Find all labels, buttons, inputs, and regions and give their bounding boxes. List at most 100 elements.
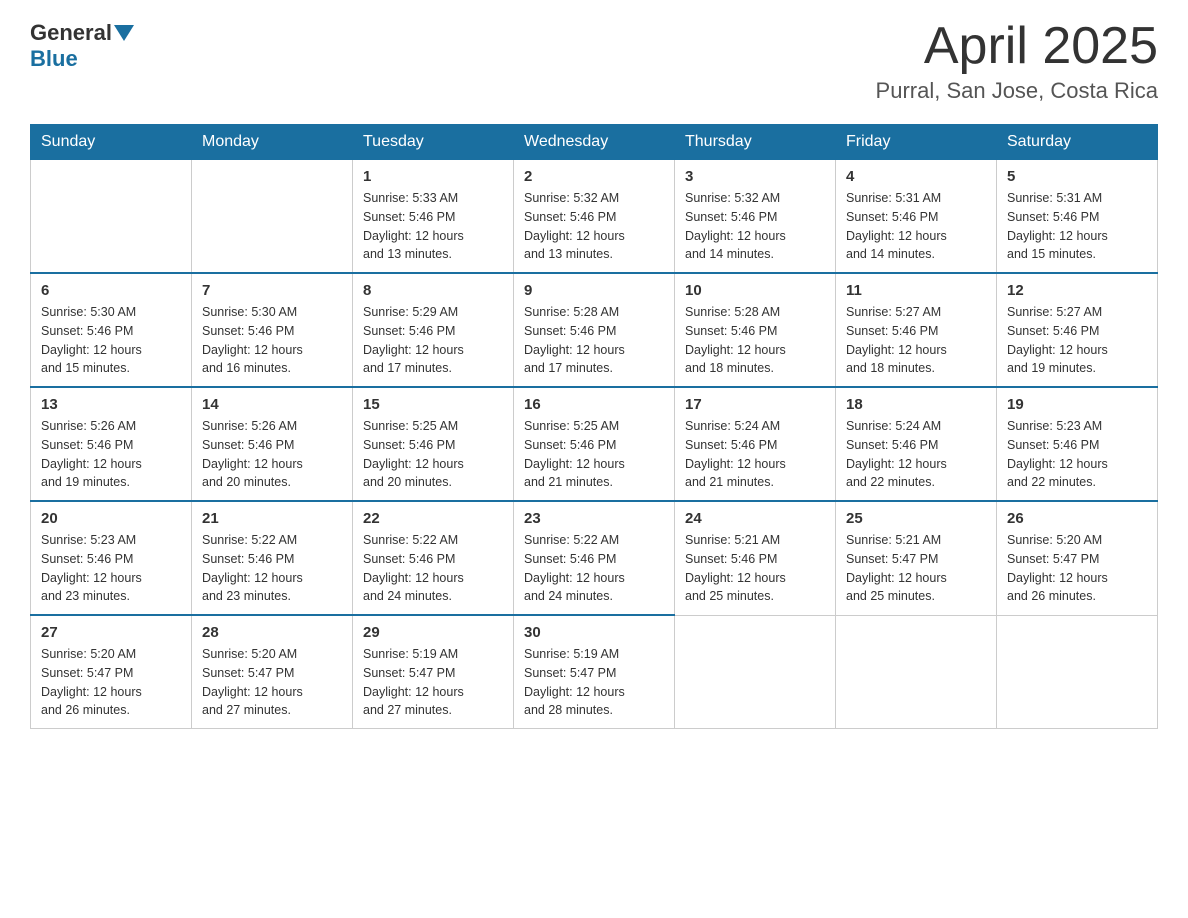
day-info: Sunrise: 5:30 AMSunset: 5:46 PMDaylight:… xyxy=(202,303,342,378)
day-number: 12 xyxy=(1007,282,1147,299)
day-number: 23 xyxy=(524,510,664,527)
calendar-header-friday: Friday xyxy=(836,125,997,160)
day-number: 9 xyxy=(524,282,664,299)
day-info: Sunrise: 5:20 AMSunset: 5:47 PMDaylight:… xyxy=(41,645,181,720)
day-number: 16 xyxy=(524,396,664,413)
month-title: April 2025 xyxy=(876,20,1158,72)
day-number: 27 xyxy=(41,624,181,641)
calendar-day-cell: 7 Sunrise: 5:30 AMSunset: 5:46 PMDaylight… xyxy=(192,273,353,387)
calendar-day-cell: 13 Sunrise: 5:26 AMSunset: 5:46 PMDayligh… xyxy=(31,387,192,501)
calendar-table: SundayMondayTuesdayWednesdayThursdayFrid… xyxy=(30,124,1158,729)
calendar-week-row: 13 Sunrise: 5:26 AMSunset: 5:46 PMDayligh… xyxy=(31,387,1158,501)
calendar-day-cell: 17 Sunrise: 5:24 AMSunset: 5:46 PMDayligh… xyxy=(675,387,836,501)
day-info: Sunrise: 5:24 AMSunset: 5:46 PMDaylight:… xyxy=(846,417,986,492)
calendar-day-cell: 21 Sunrise: 5:22 AMSunset: 5:46 PMDayligh… xyxy=(192,501,353,615)
calendar-day-cell: 8 Sunrise: 5:29 AMSunset: 5:46 PMDaylight… xyxy=(353,273,514,387)
calendar-day-cell xyxy=(675,615,836,729)
day-number: 29 xyxy=(363,624,503,641)
day-number: 7 xyxy=(202,282,342,299)
day-number: 10 xyxy=(685,282,825,299)
location-title: Purral, San Jose, Costa Rica xyxy=(876,78,1158,104)
day-number: 6 xyxy=(41,282,181,299)
day-number: 24 xyxy=(685,510,825,527)
calendar-header-sunday: Sunday xyxy=(31,125,192,160)
calendar-day-cell: 11Sunrise: 5:27 AMSunset: 5:46 PMDayligh… xyxy=(836,273,997,387)
calendar-day-cell: 27 Sunrise: 5:20 AMSunset: 5:47 PMDayligh… xyxy=(31,615,192,729)
calendar-day-cell xyxy=(836,615,997,729)
calendar-day-cell: 3 Sunrise: 5:32 AMSunset: 5:46 PMDaylight… xyxy=(675,160,836,274)
day-number: 22 xyxy=(363,510,503,527)
calendar-day-cell xyxy=(997,615,1158,729)
calendar-day-cell: 12 Sunrise: 5:27 AMSunset: 5:46 PMDayligh… xyxy=(997,273,1158,387)
day-number: 13 xyxy=(41,396,181,413)
day-info: Sunrise: 5:26 AMSunset: 5:46 PMDaylight:… xyxy=(41,417,181,492)
calendar-header-thursday: Thursday xyxy=(675,125,836,160)
day-info: Sunrise: 5:29 AMSunset: 5:46 PMDaylight:… xyxy=(363,303,503,378)
day-info: Sunrise: 5:32 AMSunset: 5:46 PMDaylight:… xyxy=(524,189,664,264)
calendar-day-cell: 28Sunrise: 5:20 AMSunset: 5:47 PMDayligh… xyxy=(192,615,353,729)
calendar-day-cell: 2 Sunrise: 5:32 AMSunset: 5:46 PMDaylight… xyxy=(514,160,675,274)
day-info: Sunrise: 5:22 AMSunset: 5:46 PMDaylight:… xyxy=(363,531,503,606)
logo-general-text: General xyxy=(30,20,112,46)
calendar-day-cell: 22 Sunrise: 5:22 AMSunset: 5:46 PMDayligh… xyxy=(353,501,514,615)
day-info: Sunrise: 5:22 AMSunset: 5:46 PMDaylight:… xyxy=(202,531,342,606)
calendar-header-monday: Monday xyxy=(192,125,353,160)
day-info: Sunrise: 5:26 AMSunset: 5:46 PMDaylight:… xyxy=(202,417,342,492)
calendar-header-tuesday: Tuesday xyxy=(353,125,514,160)
day-number: 20 xyxy=(41,510,181,527)
day-number: 26 xyxy=(1007,510,1147,527)
day-info: Sunrise: 5:27 AMSunset: 5:46 PMDaylight:… xyxy=(846,303,986,378)
calendar-day-cell: 14 Sunrise: 5:26 AMSunset: 5:46 PMDayligh… xyxy=(192,387,353,501)
calendar-day-cell: 10Sunrise: 5:28 AMSunset: 5:46 PMDayligh… xyxy=(675,273,836,387)
day-number: 19 xyxy=(1007,396,1147,413)
day-number: 14 xyxy=(202,396,342,413)
day-info: Sunrise: 5:21 AMSunset: 5:47 PMDaylight:… xyxy=(846,531,986,606)
day-info: Sunrise: 5:23 AMSunset: 5:46 PMDaylight:… xyxy=(41,531,181,606)
day-number: 15 xyxy=(363,396,503,413)
day-info: Sunrise: 5:25 AMSunset: 5:46 PMDaylight:… xyxy=(524,417,664,492)
calendar-day-cell: 30Sunrise: 5:19 AMSunset: 5:47 PMDayligh… xyxy=(514,615,675,729)
calendar-header-wednesday: Wednesday xyxy=(514,125,675,160)
day-number: 8 xyxy=(363,282,503,299)
calendar-day-cell: 23 Sunrise: 5:22 AMSunset: 5:46 PMDayligh… xyxy=(514,501,675,615)
day-info: Sunrise: 5:28 AMSunset: 5:46 PMDaylight:… xyxy=(524,303,664,378)
day-info: Sunrise: 5:27 AMSunset: 5:46 PMDaylight:… xyxy=(1007,303,1147,378)
day-info: Sunrise: 5:20 AMSunset: 5:47 PMDaylight:… xyxy=(1007,531,1147,606)
day-number: 4 xyxy=(846,168,986,185)
day-info: Sunrise: 5:31 AMSunset: 5:46 PMDaylight:… xyxy=(846,189,986,264)
calendar-day-cell: 19Sunrise: 5:23 AMSunset: 5:46 PMDayligh… xyxy=(997,387,1158,501)
day-info: Sunrise: 5:22 AMSunset: 5:46 PMDaylight:… xyxy=(524,531,664,606)
day-number: 17 xyxy=(685,396,825,413)
day-number: 5 xyxy=(1007,168,1147,185)
day-number: 2 xyxy=(524,168,664,185)
calendar-day-cell: 20 Sunrise: 5:23 AMSunset: 5:46 PMDayligh… xyxy=(31,501,192,615)
calendar-header-saturday: Saturday xyxy=(997,125,1158,160)
calendar-day-cell: 16 Sunrise: 5:25 AMSunset: 5:46 PMDayligh… xyxy=(514,387,675,501)
day-info: Sunrise: 5:30 AMSunset: 5:46 PMDaylight:… xyxy=(41,303,181,378)
day-number: 25 xyxy=(846,510,986,527)
calendar-day-cell: 18 Sunrise: 5:24 AMSunset: 5:46 PMDayligh… xyxy=(836,387,997,501)
day-info: Sunrise: 5:20 AMSunset: 5:47 PMDaylight:… xyxy=(202,645,342,720)
logo-blue-text: Blue xyxy=(30,46,78,72)
day-number: 3 xyxy=(685,168,825,185)
calendar-day-cell: 1Sunrise: 5:33 AMSunset: 5:46 PMDaylight… xyxy=(353,160,514,274)
day-info: Sunrise: 5:32 AMSunset: 5:46 PMDaylight:… xyxy=(685,189,825,264)
title-section: April 2025 Purral, San Jose, Costa Rica xyxy=(876,20,1158,104)
calendar-day-cell: 9 Sunrise: 5:28 AMSunset: 5:46 PMDaylight… xyxy=(514,273,675,387)
calendar-day-cell: 6 Sunrise: 5:30 AMSunset: 5:46 PMDaylight… xyxy=(31,273,192,387)
calendar-day-cell: 4 Sunrise: 5:31 AMSunset: 5:46 PMDaylight… xyxy=(836,160,997,274)
day-info: Sunrise: 5:19 AMSunset: 5:47 PMDaylight:… xyxy=(363,645,503,720)
logo: General Blue xyxy=(30,20,136,72)
day-info: Sunrise: 5:24 AMSunset: 5:46 PMDaylight:… xyxy=(685,417,825,492)
day-info: Sunrise: 5:33 AMSunset: 5:46 PMDaylight:… xyxy=(363,189,503,264)
page-header: General Blue April 2025 Purral, San Jose… xyxy=(30,20,1158,104)
calendar-week-row: 6 Sunrise: 5:30 AMSunset: 5:46 PMDaylight… xyxy=(31,273,1158,387)
day-info: Sunrise: 5:31 AMSunset: 5:46 PMDaylight:… xyxy=(1007,189,1147,264)
calendar-day-cell: 29 Sunrise: 5:19 AMSunset: 5:47 PMDayligh… xyxy=(353,615,514,729)
day-number: 21 xyxy=(202,510,342,527)
calendar-header-row: SundayMondayTuesdayWednesdayThursdayFrid… xyxy=(31,125,1158,160)
day-number: 18 xyxy=(846,396,986,413)
logo-triangle-icon xyxy=(114,25,134,41)
day-info: Sunrise: 5:19 AMSunset: 5:47 PMDaylight:… xyxy=(524,645,664,720)
calendar-week-row: 27 Sunrise: 5:20 AMSunset: 5:47 PMDayligh… xyxy=(31,615,1158,729)
